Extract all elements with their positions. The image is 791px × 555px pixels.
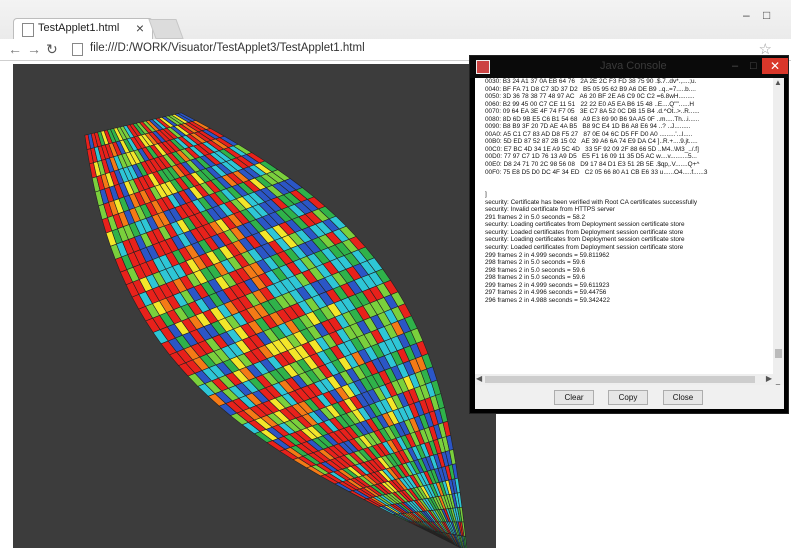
applet-canvas[interactable] xyxy=(13,64,496,548)
console-line: 00E0: D8 24 71 70 2C 98 56 08 D9 17 84 D… xyxy=(485,161,700,169)
console-line: 298 frames 2 in 5.0 seconds = 59.6 xyxy=(485,266,586,274)
tab-title: TestApplet1.html xyxy=(38,22,120,34)
console-line: 299 frames 2 in 4.999 seconds = 59.61192… xyxy=(485,281,610,289)
console-line: security: Certificate has been verified … xyxy=(485,198,698,206)
java-console-window: Java Console – □ ✕ 0030: B3 24 A1 37 0A … xyxy=(469,55,789,414)
maximize-button[interactable]: □ xyxy=(763,8,770,22)
console-line: security: Loaded certificates from Deplo… xyxy=(485,228,684,236)
surface-plot xyxy=(84,112,468,548)
console-button-bar: Clear Copy Close xyxy=(475,385,784,409)
console-line: 299 frames 2 in 4.999 seconds = 59.81196… xyxy=(485,251,610,259)
close-button[interactable]: Close xyxy=(663,390,703,405)
page-icon xyxy=(22,23,34,37)
horizontal-scrollbar[interactable]: ◀ ▶ xyxy=(475,374,773,385)
console-line: 296 frames 2 in 4.988 seconds = 59.34242… xyxy=(485,296,610,304)
console-line: 297 frames 2 in 4.996 seconds = 59.44756 xyxy=(485,289,607,297)
console-line: 298 frames 2 in 5.0 seconds = 59.6 xyxy=(485,259,586,267)
console-titlebar[interactable]: Java Console – □ ✕ xyxy=(470,56,788,78)
scroll-up-icon[interactable]: ▲ xyxy=(774,78,782,87)
url-text: file:///D:/WORK/Visuator/TestApplet3/Tes… xyxy=(90,42,365,54)
console-close-icon[interactable]: ✕ xyxy=(762,58,788,74)
minimize-button[interactable]: – xyxy=(743,8,750,22)
console-line: security: Invalid certificate from HTTPS… xyxy=(485,206,615,214)
console-line: 00A0: A5 C1 C7 83 AD D8 F5 27 87 0E 04 6… xyxy=(485,130,693,138)
scroll-left-icon[interactable]: ◀ xyxy=(476,374,482,383)
console-line: 00C0: E7 BC 4D 34 1E A9 5C 4D 33 5F 92 0… xyxy=(485,145,699,153)
console-minimize-button[interactable]: – xyxy=(732,60,738,72)
scroll-thumb[interactable] xyxy=(775,349,782,358)
console-title: Java Console xyxy=(600,60,667,72)
console-line: 0070: 09 64 EA 3E 4F 74 F7 05 3E C7 8A 5… xyxy=(485,108,700,116)
console-line: 0050: 3D 36 78 38 77 48 97 AC A6 20 BF 2… xyxy=(485,93,695,101)
console-maximize-button[interactable]: □ xyxy=(750,60,757,72)
console-line: 298 frames 2 in 5.0 seconds = 59.6 xyxy=(485,274,586,282)
clear-button[interactable]: Clear xyxy=(554,390,594,405)
console-line: security: Loading certificates from Depl… xyxy=(485,236,685,244)
console-line: 00D0: 77 97 C7 1D 76 13 A9 D5 E5 F1 16 0… xyxy=(485,153,697,161)
console-line: 0030: B3 24 A1 37 0A EB 64 76 2A 2E 2C F… xyxy=(485,78,697,85)
java-icon xyxy=(476,60,490,74)
console-line: security: Loading certificates from Depl… xyxy=(485,221,685,229)
console-line: 00F0: 75 E8 D5 D0 DC 4F 34 ED C2 05 66 8… xyxy=(485,168,708,176)
console-line: 0080: 8D 6D 9B E5 C6 B1 54 68 A9 E3 69 9… xyxy=(485,115,700,123)
tab-close-icon[interactable]: × xyxy=(136,20,144,36)
file-page-icon xyxy=(72,43,83,56)
console-line: 0040: BF FA 71 D8 C7 3D 37 D2 B5 05 95 6… xyxy=(485,85,696,93)
console-line: ] xyxy=(485,191,487,199)
forward-arrow-icon[interactable]: → xyxy=(27,41,41,57)
console-line: 0090: B8 B9 3F 20 7D AE 4A B5 B8 9C E4 1… xyxy=(485,123,691,131)
reload-icon[interactable]: ↻ xyxy=(46,41,58,58)
console-output[interactable]: 0030: B3 24 A1 37 0A EB 64 76 2A 2E 2C F… xyxy=(475,78,773,391)
new-tab-button[interactable] xyxy=(148,19,184,39)
tab-testapplet[interactable]: TestApplet1.html × xyxy=(13,18,153,40)
vertical-scrollbar[interactable]: ▲ ▼ xyxy=(773,78,784,391)
console-line: 0060: B2 99 45 00 C7 CE 11 51 22 22 E0 A… xyxy=(485,100,695,108)
console-line: 291 frames 2 in 5.0 seconds = 58.2 xyxy=(485,213,586,221)
hscroll-thumb[interactable] xyxy=(485,376,755,383)
console-line: 00B0: 5D ED 87 52 87 2B 15 02 AE 39 A6 6… xyxy=(485,138,698,146)
back-arrow-icon[interactable]: ← xyxy=(8,41,22,57)
console-line: security: Loaded certificates from Deplo… xyxy=(485,244,684,252)
copy-button[interactable]: Copy xyxy=(608,390,648,405)
scroll-right-icon[interactable]: ▶ xyxy=(766,374,772,383)
